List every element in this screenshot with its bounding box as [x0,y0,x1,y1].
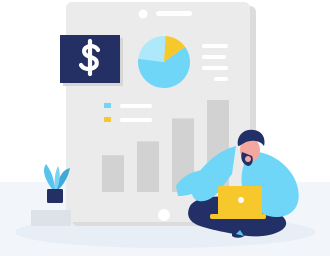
financial-report-illustration [0,2,330,256]
illustration-scene [0,0,330,256]
laptop-base [210,214,266,219]
laptop-logo [238,197,244,203]
legend-line [202,55,226,59]
legend-swatch-blue [104,103,111,108]
legend-line [120,104,152,108]
pie-chart-icon [138,35,191,89]
bar [102,155,124,192]
legend-line [120,118,152,122]
document-home-button [158,209,170,221]
dollar-card [60,35,123,86]
legend-line [202,44,228,48]
laptop-icon [210,186,266,219]
plant-pot [47,189,63,203]
bar [137,141,159,192]
step-block [31,210,71,226]
document-notch-dot [138,9,148,19]
legend-line [214,77,228,81]
legend-line [202,66,228,70]
document-notch-line [156,11,192,16]
legend-swatch-yellow [104,117,111,122]
